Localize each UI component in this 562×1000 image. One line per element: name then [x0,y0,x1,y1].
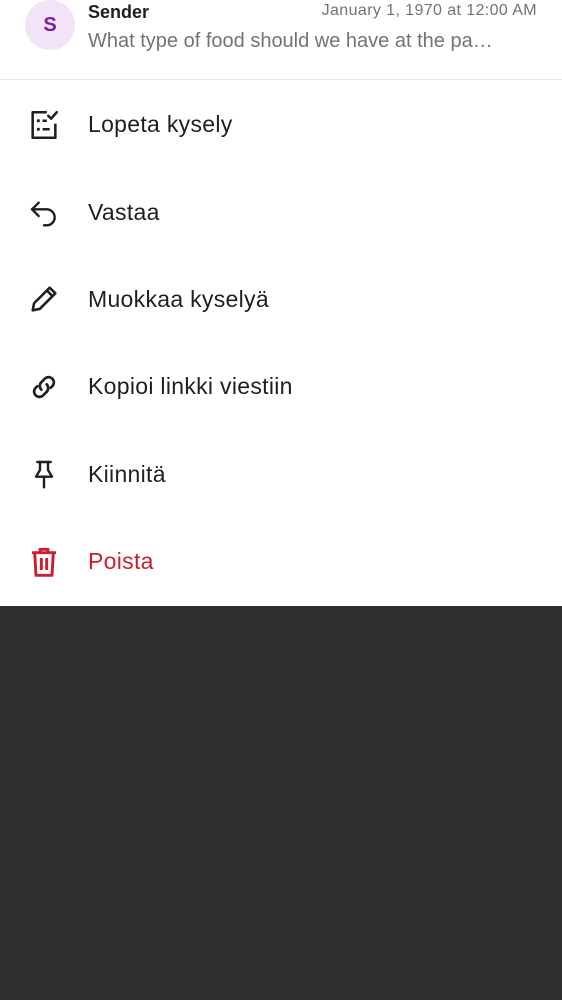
pin-icon [26,456,62,492]
link-icon [26,369,62,405]
menu-item-label: Kopioi linkki viestiin [88,373,293,400]
message-actions-sheet: S Sender January 1, 1970 at 12:00 AM Wha… [0,0,562,606]
avatar: S [25,0,75,50]
reply-arrow-icon [26,194,62,230]
menu-item-label: Lopeta kysely [88,111,233,138]
menu-item-label: Vastaa [88,198,160,225]
reply-menu-item[interactable]: Vastaa [0,168,562,255]
actions-menu: Lopeta kysely Vastaa Muokkaa kyselyä Kop… [0,81,562,605]
sender-name: Sender [88,2,150,22]
message-timestamp: January 1, 1970 at 12:00 AM [321,2,537,19]
modal-backdrop[interactable] [0,606,562,1000]
pencil-icon [26,281,62,317]
trash-icon [26,544,62,580]
edit-poll-menu-item[interactable]: Muokkaa kyselyä [0,256,562,343]
menu-item-label: Muokkaa kyselyä [88,285,269,312]
delete-menu-item[interactable]: Poista [0,518,562,605]
copy-link-menu-item[interactable]: Kopioi linkki viestiin [0,343,562,430]
pin-menu-item[interactable]: Kiinnitä [0,431,562,518]
end-poll-menu-item[interactable]: Lopeta kysely [0,81,562,168]
poll-checklist-icon [26,107,62,143]
message-preview-header: S Sender January 1, 1970 at 12:00 AM Wha… [0,0,562,80]
avatar-initial: S [43,13,57,36]
message-preview-text: What type of food should we have at the … [88,30,493,52]
menu-item-label: Kiinnitä [88,460,166,487]
menu-item-label: Poista [88,548,154,575]
